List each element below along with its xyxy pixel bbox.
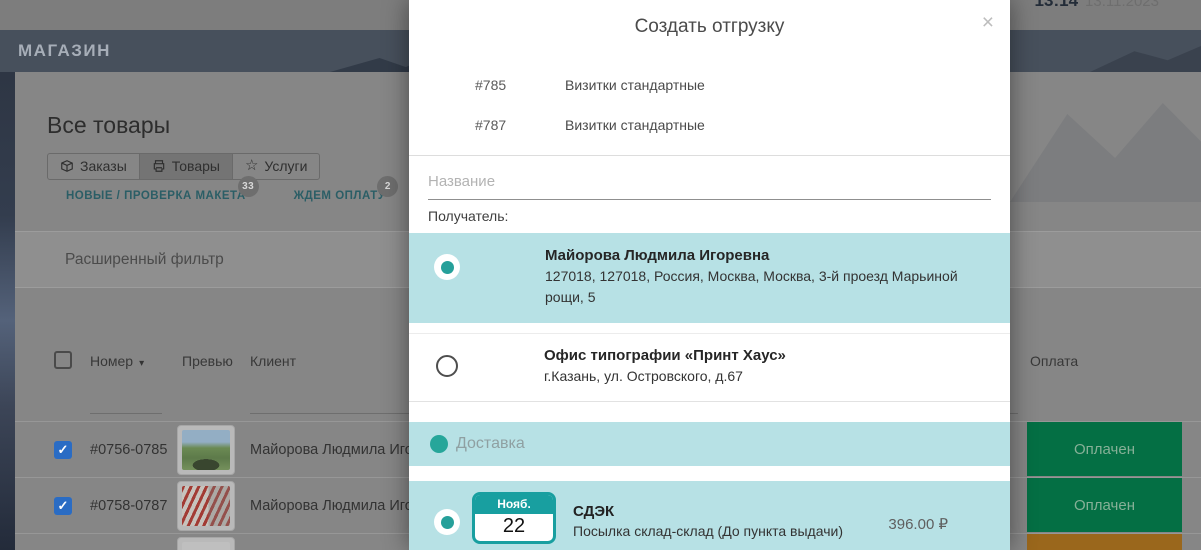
preview-thumbnail[interactable] (177, 481, 235, 531)
advanced-filter-label: Расширенный фильтр (65, 251, 224, 269)
delivery-section-label: Доставка (456, 435, 525, 453)
modal-title: Создать отгрузку (409, 0, 1010, 38)
column-header-client: Клиент (250, 353, 296, 369)
link-label: НОВЫЕ / ПРОВЕРКА МАКЕТА (66, 190, 246, 202)
delivery-price: 396.00 ₽ (888, 481, 948, 550)
section-dot-icon (430, 435, 448, 453)
delivery-info: СДЭК Посылка склад-склад (До пункта выда… (573, 481, 843, 550)
column-filter-underline[interactable] (250, 413, 411, 414)
count-badge: 33 (238, 176, 259, 197)
recipient-option[interactable]: Офис типографии «Принт Хаус» г.Казань, у… (409, 333, 1010, 402)
shop-title: МАГАЗИН (18, 41, 111, 61)
row-checkbox[interactable]: ✓ (54, 497, 72, 515)
list-item: #787 Визитки стандартные (409, 105, 1010, 145)
item-name: Визитки стандартные (565, 77, 705, 93)
date-text: 13.11.2023 (1085, 0, 1159, 10)
item-name: Визитки стандартные (565, 117, 705, 133)
column-header-number[interactable]: Номер▾ (90, 353, 144, 369)
column-header-preview: Превью (182, 353, 233, 369)
radio-selected-icon[interactable] (434, 509, 460, 535)
link-label: ЖДЕМ ОПЛАТУ (294, 190, 386, 202)
payment-status-button[interactable]: Оплачен (1027, 478, 1182, 532)
column-header-payment: Оплата (1030, 353, 1078, 369)
tab-label: Услуги (264, 158, 307, 174)
recipient-label: Получатель: (428, 208, 991, 224)
order-number: #0756-0785 (90, 422, 167, 478)
payment-status-button[interactable]: Оплачен (1027, 422, 1182, 476)
package-icon (60, 159, 74, 173)
view-switcher: Заказы Товары ☆ Услуги (47, 153, 320, 180)
list-item: #785 Визитки стандартные (409, 65, 1010, 105)
item-id: #787 (475, 117, 565, 133)
logo-photo (182, 542, 230, 550)
clock: 13:14 13.11.2023 (1035, 0, 1159, 11)
recipient-name: Офис типографии «Принт Хаус» (544, 347, 786, 364)
card-design-photo (182, 486, 230, 526)
delivery-month: Нояб. (475, 495, 553, 514)
tab-label: Заказы (80, 158, 127, 174)
order-number: #0760-0790 (90, 534, 167, 550)
modal-header: Создать отгрузку × (409, 0, 1010, 55)
radio-selected-icon[interactable] (434, 254, 460, 280)
recipient-option-selected[interactable]: Майорова Людмила Игоревна 127018, 127018… (409, 233, 1010, 323)
payment-status-button[interactable] (1027, 534, 1182, 550)
mountain-decor (1090, 46, 1201, 72)
count-badge: 2 (377, 176, 398, 197)
background-photo-edge (0, 72, 15, 550)
radio-unselected-icon[interactable] (436, 355, 458, 377)
item-id: #785 (475, 77, 565, 93)
create-shipment-modal: Создать отгрузку × #785 Визитки стандарт… (409, 0, 1010, 550)
page-title: Все товары (47, 112, 170, 139)
recipient-name: Майорова Людмила Игоревна (545, 247, 965, 264)
recipient-info: Офис типографии «Принт Хаус» г.Казань, у… (544, 347, 786, 387)
select-all-checkbox[interactable] (54, 351, 72, 369)
link-awaiting-payment[interactable]: ЖДЕМ ОПЛАТУ 2 (294, 190, 386, 202)
recipient-info: Майорова Людмила Игоревна 127018, 127018… (545, 233, 965, 323)
time-text: 13:14 (1035, 0, 1078, 10)
tab-products[interactable]: Товары (139, 154, 232, 179)
delivery-section-header: Доставка (409, 422, 1010, 466)
recipient-address: г.Казань, ул. Островского, д.67 (544, 366, 786, 387)
tab-label: Товары (172, 158, 220, 174)
sort-desc-icon: ▾ (139, 358, 144, 369)
tariff-name: Посылка склад-склад (До пункта выдачи) (573, 523, 843, 539)
client-name: Иванова Анастасия (250, 534, 382, 550)
column-filter-underline[interactable] (90, 413, 162, 414)
delivery-date-badge: Нояб. 22 (472, 492, 556, 544)
close-icon[interactable]: × (982, 12, 994, 33)
shipment-name-input[interactable] (428, 156, 991, 200)
tab-services[interactable]: ☆ Услуги (232, 154, 320, 179)
carrier-name: СДЭК (573, 503, 843, 520)
landscape-photo (182, 430, 230, 470)
printer-icon (152, 159, 166, 173)
delivery-day: 22 (475, 514, 553, 538)
link-new-check-layout[interactable]: НОВЫЕ / ПРОВЕРКА МАКЕТА 33 (66, 190, 246, 202)
delivery-option-selected[interactable]: Нояб. 22 СДЭК Посылка склад-склад (До пу… (409, 481, 1010, 550)
shipment-items-list: #785 Визитки стандартные #787 Визитки ст… (409, 55, 1010, 145)
row-checkbox[interactable]: ✓ (54, 441, 72, 459)
order-number: #0758-0787 (90, 478, 167, 534)
preview-thumbnail[interactable] (177, 425, 235, 475)
preview-thumbnail[interactable] (177, 537, 235, 550)
mountain-decor (1010, 92, 1201, 202)
tab-orders[interactable]: Заказы (48, 154, 139, 179)
recipient-address: 127018, 127018, Россия, Москва, Москва, … (545, 266, 965, 308)
star-icon: ☆ (245, 159, 258, 173)
